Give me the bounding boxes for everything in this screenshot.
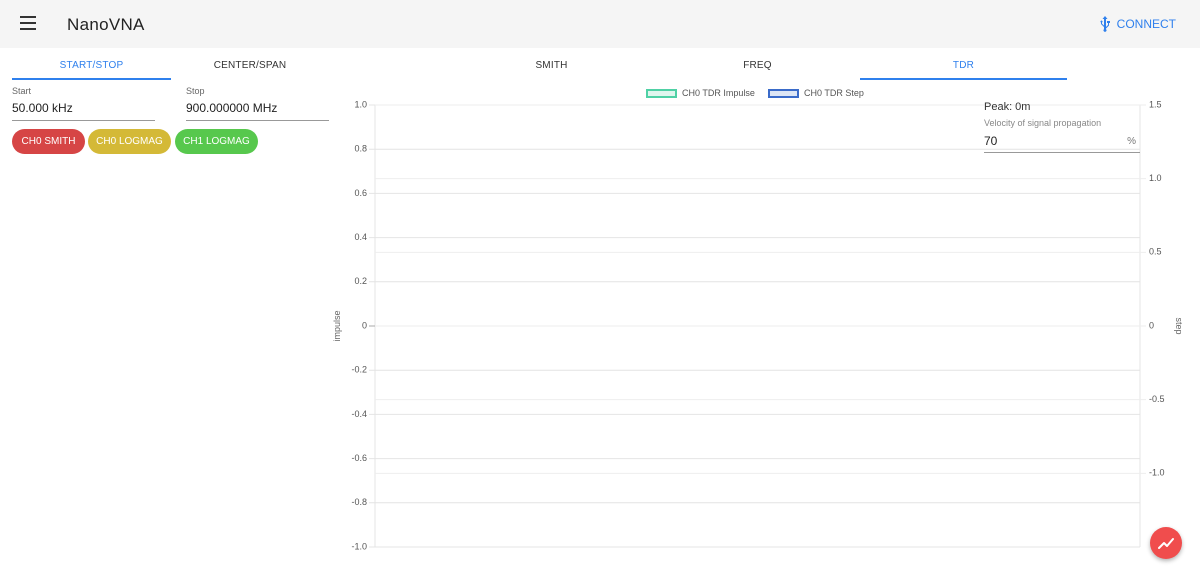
y-tick-left: -0.4	[351, 409, 367, 419]
y-tick-right: -1.0	[1149, 468, 1165, 478]
trending-up-icon	[1158, 538, 1174, 549]
y-tick-left: -0.2	[351, 365, 367, 375]
velocity-label: Velocity of signal propagation	[984, 118, 1102, 128]
y-tick-left: 0.4	[354, 232, 367, 242]
start-label: Start	[12, 86, 32, 96]
y-tick-left: 0.6	[354, 188, 367, 198]
peak-readout: Peak: 0m	[984, 101, 1031, 113]
tab-start-stop[interactable]: START/STOP	[12, 60, 171, 80]
velocity-value: 70	[984, 134, 998, 148]
start-field[interactable]: 50.000 kHz	[12, 101, 155, 121]
legend-label-impulse: CH0 TDR Impulse	[682, 88, 755, 98]
y-axis-label-right: step	[1174, 317, 1184, 334]
legend-swatch-impulse	[646, 88, 677, 98]
y-tick-right: 0.5	[1149, 247, 1162, 257]
chip-ch0-logmag[interactable]: CH0 LOGMAG	[88, 129, 171, 154]
connect-label: CONNECT	[1116, 17, 1176, 31]
chip-ch0-smith[interactable]: CH0 SMITH	[12, 129, 85, 154]
y-tick-left: 1.0	[354, 99, 367, 109]
velocity-input[interactable]: 70 %	[984, 134, 1140, 153]
tab-start-stop-indicator	[12, 78, 171, 80]
chart-fab-button[interactable]	[1150, 527, 1182, 559]
y-tick-left: 0	[362, 320, 367, 330]
y-tick-right: -0.5	[1149, 394, 1165, 404]
tab-freq[interactable]: FREQ	[655, 60, 860, 80]
y-tick-right: 1.0	[1149, 173, 1162, 183]
y-axis-label-left: impulse	[332, 310, 342, 341]
velocity-unit: %	[1127, 136, 1136, 147]
y-tick-left: -0.8	[351, 497, 367, 507]
app-title: NanoVNA	[67, 15, 145, 34]
tab-tdr[interactable]: TDR	[860, 60, 1067, 80]
legend-label-step: CH0 TDR Step	[804, 88, 864, 98]
chip-ch1-logmag[interactable]: CH1 LOGMAG	[175, 129, 258, 154]
y-tick-left: 0.2	[354, 276, 367, 286]
y-tick-right: 0	[1149, 320, 1154, 330]
app-bar: NanoVNA CONNECT	[0, 0, 1200, 48]
stop-field[interactable]: 900.000000 MHz	[186, 101, 329, 121]
y-tick-left: -0.6	[351, 453, 367, 463]
y-tick-left: 0.8	[354, 144, 367, 154]
y-tick-right: 1.5	[1149, 99, 1162, 109]
legend-item-impulse[interactable]: CH0 TDR Impulse	[646, 86, 755, 100]
tab-center-span[interactable]: CENTER/SPAN	[171, 60, 329, 80]
stop-label: Stop	[186, 86, 205, 96]
menu-icon[interactable]	[20, 16, 36, 30]
tab-tdr-indicator	[860, 78, 1067, 80]
legend-swatch-step	[768, 88, 799, 98]
tdr-chart: 1.0 0.8 0.6 0.4 0.2 0 -0.2 -0.4 -0.6 -0.8 -1.0 1.5…	[332, 99, 1184, 551]
usb-icon	[1100, 16, 1110, 32]
connect-button[interactable]: CONNECT	[1099, 14, 1176, 34]
y-tick-left: -1.0	[351, 541, 367, 551]
legend-item-step[interactable]: CH0 TDR Step	[768, 86, 864, 100]
